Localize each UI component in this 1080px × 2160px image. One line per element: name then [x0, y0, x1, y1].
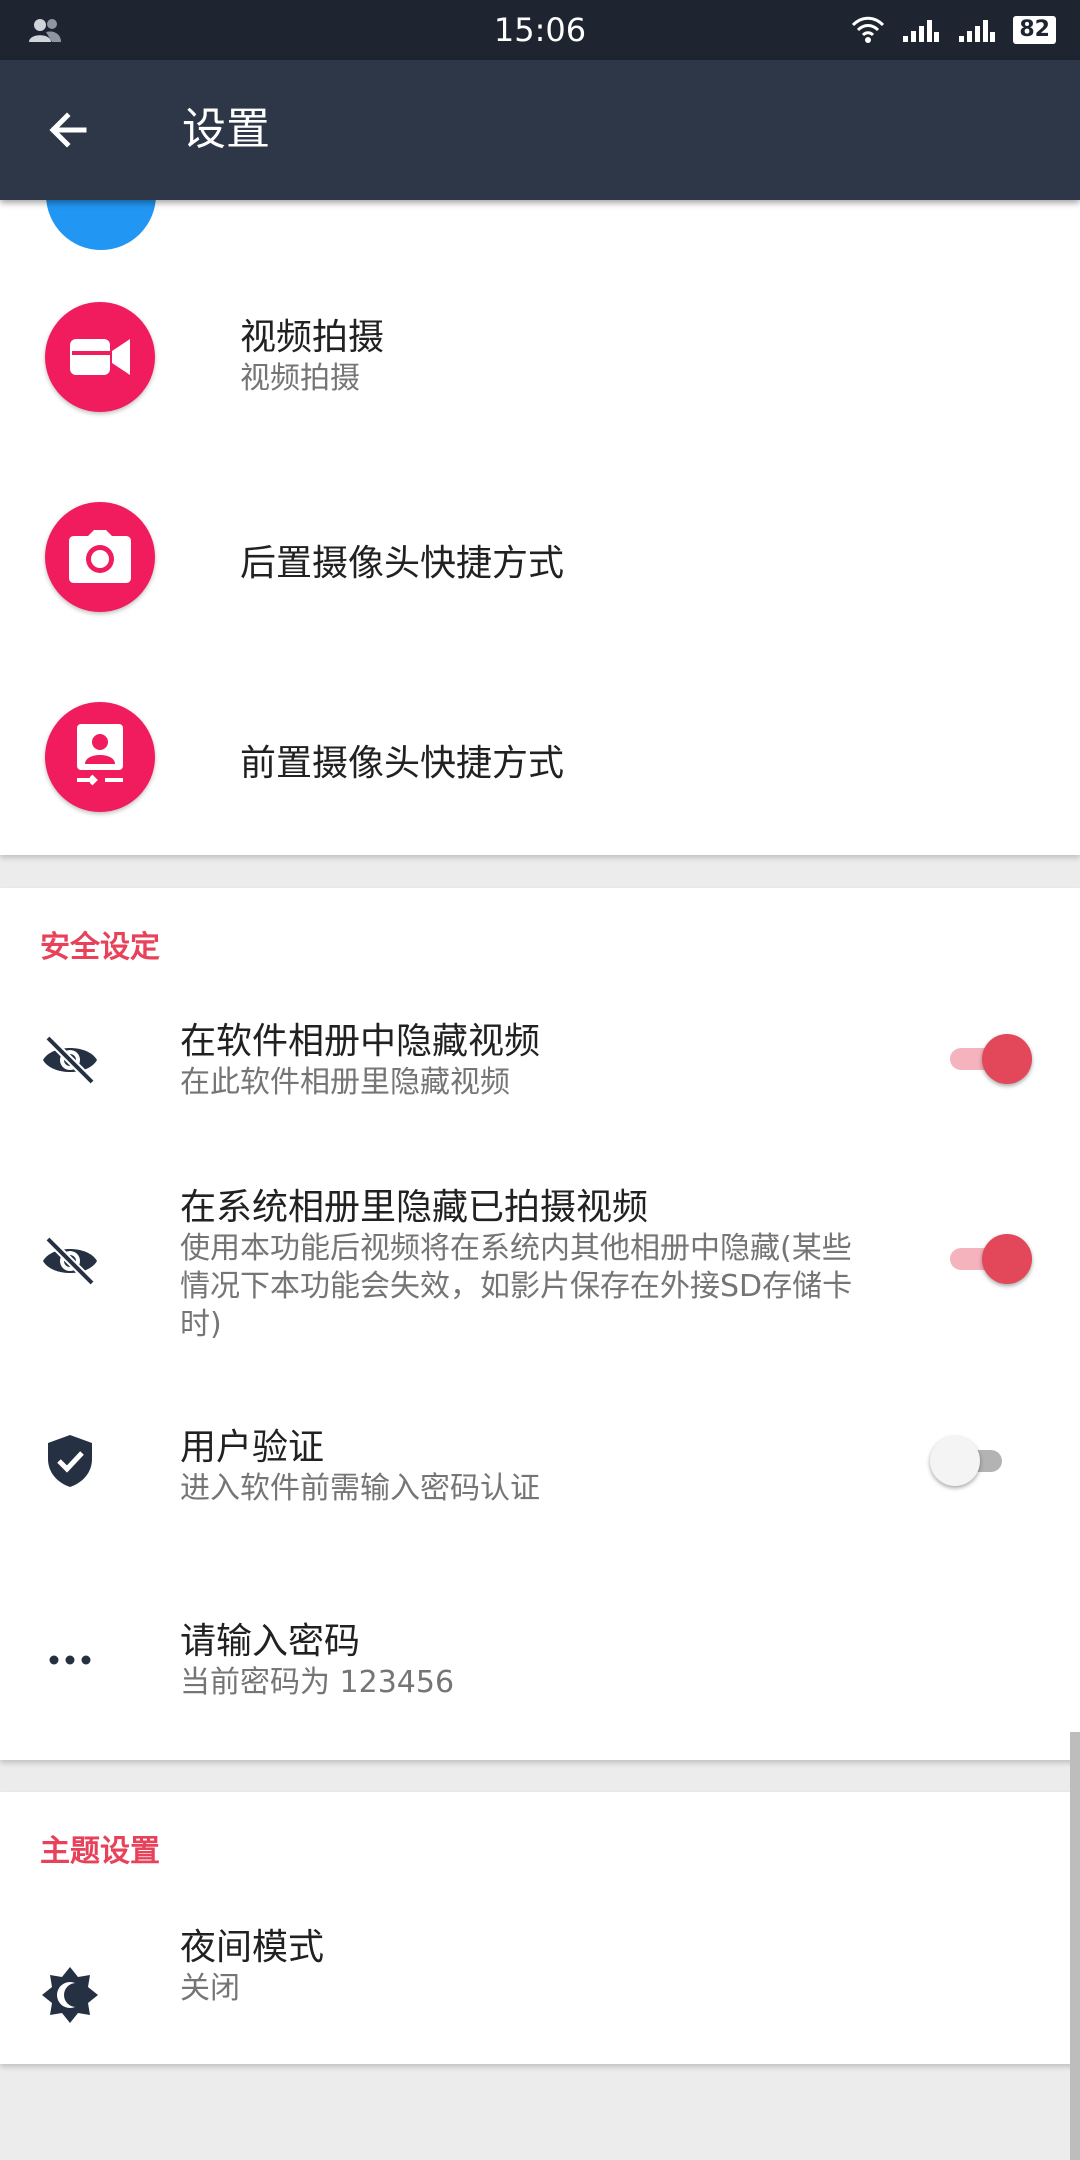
eye-off-icon [43, 1035, 97, 1085]
back-arrow-icon[interactable] [40, 102, 96, 158]
signal-icon-2 [959, 20, 996, 42]
more-dots-icon [49, 1655, 91, 1665]
user-verification-toggle[interactable] [930, 1436, 1020, 1486]
security-card: 安全设定 在软件相册中隐藏视频 在此软件相册里隐藏视频 在系统相册里隐藏已拍摄视… [0, 888, 1080, 1760]
video-camera-icon [45, 302, 155, 412]
status-bar: 15:06 82 [0, 0, 1080, 60]
hide-in-system-title: 在系统相册里隐藏已拍摄视频 [180, 1187, 649, 1228]
night-mode-title: 夜间模式 [180, 1927, 325, 1968]
hide-in-app-title: 在软件相册中隐藏视频 [180, 1021, 541, 1062]
security-section-header: 安全设定 [40, 930, 160, 965]
app-bar: 设置 [0, 60, 1080, 200]
shortcut-video-subtitle: 视频拍摄 [240, 361, 360, 396]
camera-icon [45, 502, 155, 612]
shield-check-icon [48, 1435, 92, 1487]
password-subtitle: 当前密码为 123456 [180, 1665, 455, 1700]
eye-off-icon [43, 1236, 97, 1286]
shortcuts-card: 视频拍摄 视频拍摄 后置摄像头快捷方式 前置摄像头快捷方式 [0, 140, 1080, 855]
night-mode-subtitle: 关闭 [180, 1971, 240, 2006]
shortcut-rear-title: 后置摄像头快捷方式 [240, 543, 565, 584]
signal-icon [903, 20, 940, 42]
shortcut-front-title: 前置摄像头快捷方式 [240, 743, 565, 784]
shortcut-video-title: 视频拍摄 [240, 317, 385, 358]
scrollbar[interactable] [1070, 1732, 1080, 2160]
front-camera-icon [45, 702, 155, 812]
hide-in-system-toggle[interactable] [942, 1234, 1032, 1284]
hide-in-app-toggle[interactable] [942, 1034, 1032, 1084]
user-verification-title: 用户验证 [180, 1427, 325, 1468]
battery-indicator: 82 [1013, 16, 1056, 44]
theme-section-header: 主题设置 [40, 1834, 160, 1869]
user-verification-subtitle: 进入软件前需输入密码认证 [180, 1471, 540, 1506]
wifi-icon [852, 16, 885, 43]
theme-card: 主题设置 夜间模式 关闭 [0, 1792, 1080, 2064]
hide-in-system-subtitle: 使用本功能后视频将在系统内其他相册中隐藏(某些情况下本功能会失效，如影片保存在外… [180, 1231, 853, 1342]
hide-in-app-subtitle: 在此软件相册里隐藏视频 [180, 1065, 510, 1100]
password-title: 请输入密码 [180, 1621, 361, 1662]
brightness-icon [42, 1967, 98, 2023]
page-title: 设置 [182, 104, 270, 155]
